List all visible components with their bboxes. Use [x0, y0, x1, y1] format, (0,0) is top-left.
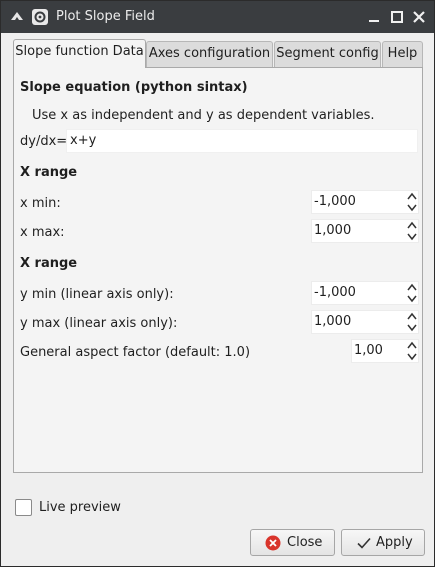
close-button[interactable]: Close [250, 529, 335, 556]
x-min-value: -1,000 [314, 194, 356, 209]
title-bar: Plot Slope Field [1, 1, 434, 33]
aspect-factor-value: 1,00 [354, 343, 383, 358]
inkscape-logo-icon [31, 8, 49, 26]
live-preview-label[interactable]: Live preview [39, 500, 121, 515]
close-button-label: Close [287, 535, 323, 550]
y-max-value: 1,000 [314, 314, 352, 329]
maximize-icon[interactable] [389, 9, 405, 25]
checkmark-icon [356, 535, 372, 551]
tab-slope-function-data[interactable]: Slope function Data [13, 39, 146, 68]
y-min-label: y min (linear axis only): [20, 287, 174, 302]
live-preview-checkbox[interactable] [15, 499, 32, 516]
minimize-icon[interactable] [366, 9, 382, 25]
apply-button[interactable]: Apply [341, 529, 425, 556]
dialog-window: Plot Slope Field Slope function Data Axe… [0, 0, 435, 567]
slope-equation-heading: Slope equation (python sintax) [20, 80, 248, 95]
y-max-spinbox[interactable]: 1,000 [311, 310, 419, 334]
tab-axes-configuration[interactable]: Axes configuration [146, 41, 273, 67]
x-min-label: x min: [20, 196, 61, 211]
slope-function-panel: Slope equation (python sintax) Use x as … [13, 67, 423, 473]
x-max-value: 1,000 [314, 223, 352, 238]
x-max-spinbox[interactable]: 1,000 [311, 219, 419, 243]
y-max-label: y max (linear axis only): [20, 316, 178, 331]
tab-segment-config[interactable]: Segment config [274, 41, 381, 67]
x-min-spinbox[interactable]: -1,000 [311, 190, 419, 214]
window-title: Plot Slope Field [56, 9, 155, 24]
spin-arrows-icon[interactable] [406, 282, 418, 304]
tab-help[interactable]: Help [382, 41, 423, 67]
y-min-spinbox[interactable]: -1,000 [311, 281, 419, 305]
app-menu-icon[interactable] [8, 8, 26, 26]
window-close-icon[interactable] [411, 9, 427, 25]
apply-button-label: Apply [376, 535, 413, 550]
spin-arrows-icon[interactable] [406, 340, 418, 362]
aspect-factor-spinbox[interactable]: 1,00 [351, 339, 419, 363]
x-range-heading: X range [20, 165, 78, 180]
spin-arrows-icon[interactable] [406, 311, 418, 333]
spin-arrows-icon[interactable] [406, 220, 418, 242]
slope-hint-text: Use x as independent and y as dependent … [32, 108, 375, 123]
y-range-heading: X range [20, 256, 78, 271]
y-min-value: -1,000 [314, 285, 356, 300]
close-circle-icon [265, 535, 281, 551]
x-max-label: x max: [20, 225, 65, 240]
aspect-factor-label: General aspect factor (default: 1.0) [20, 345, 251, 360]
spin-arrows-icon[interactable] [406, 191, 418, 213]
slope-equation-input[interactable]: x+y [66, 129, 418, 153]
slope-prefix-label: dy/dx= [20, 134, 68, 149]
